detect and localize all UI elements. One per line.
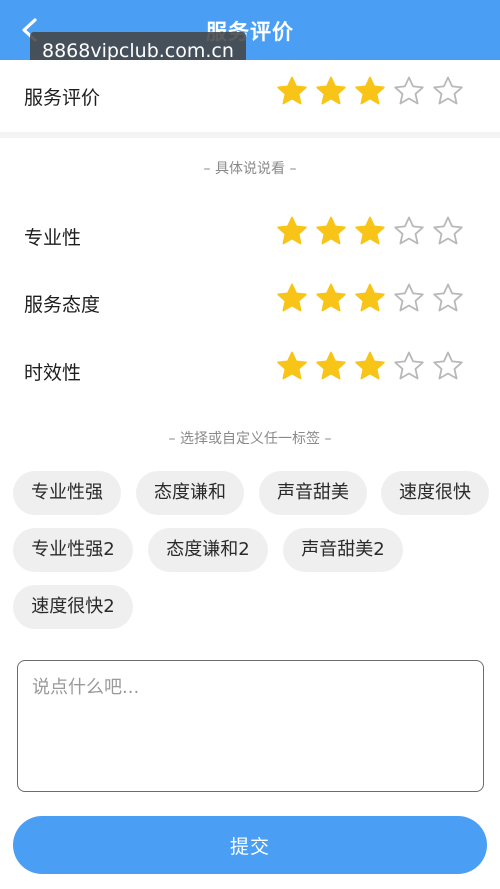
- star-filled-icon[interactable]: [276, 282, 308, 314]
- tag-chip[interactable]: 态度谦和: [136, 471, 244, 515]
- detail-rating-row-timeliness: 时效性: [0, 350, 500, 390]
- detail-rating-row-professionalism: 专业性: [0, 215, 500, 255]
- detail-rating-label: 专业性: [24, 227, 82, 249]
- star-filled-icon[interactable]: [315, 215, 347, 247]
- star-empty-icon[interactable]: [432, 75, 464, 107]
- star-empty-icon[interactable]: [432, 282, 464, 314]
- star-filled-icon[interactable]: [354, 282, 386, 314]
- detail-rating-label: 服务态度: [24, 294, 101, 316]
- star-filled-icon[interactable]: [354, 75, 386, 107]
- details-section-label: – 具体说说看 –: [203, 161, 297, 177]
- tag-chip[interactable]: 声音甜美: [259, 471, 367, 515]
- star-filled-icon[interactable]: [354, 215, 386, 247]
- star-filled-icon[interactable]: [276, 215, 308, 247]
- tag-chip[interactable]: 速度很快2: [13, 585, 133, 629]
- star-filled-icon[interactable]: [276, 75, 308, 107]
- professionalism-star-rating[interactable]: [276, 215, 464, 255]
- tag-chip[interactable]: 态度谦和2: [148, 528, 268, 572]
- overall-rating-row: 服务评价: [0, 75, 500, 115]
- star-filled-icon[interactable]: [315, 75, 347, 107]
- overall-rating-label: 服务评价: [24, 87, 101, 109]
- detail-rating-label: 时效性: [24, 362, 82, 384]
- timeliness-star-rating[interactable]: [276, 350, 464, 390]
- overall-star-rating[interactable]: [276, 75, 464, 115]
- tag-chip[interactable]: 专业性强: [13, 471, 121, 515]
- star-empty-icon[interactable]: [432, 350, 464, 382]
- detail-rating-row-attitude: 服务态度: [0, 282, 500, 322]
- star-filled-icon[interactable]: [354, 350, 386, 382]
- star-empty-icon[interactable]: [432, 215, 464, 247]
- submit-button[interactable]: 提交: [13, 816, 487, 874]
- star-empty-icon[interactable]: [393, 215, 425, 247]
- tags-section-label: – 选择或自定义任一标签 –: [168, 431, 332, 447]
- star-filled-icon[interactable]: [315, 282, 347, 314]
- tag-chip[interactable]: 专业性强2: [13, 528, 133, 572]
- star-empty-icon[interactable]: [393, 350, 425, 382]
- star-empty-icon[interactable]: [393, 75, 425, 107]
- star-filled-icon[interactable]: [276, 350, 308, 382]
- star-empty-icon[interactable]: [393, 282, 425, 314]
- attitude-star-rating[interactable]: [276, 282, 464, 322]
- overall-rating-card: 服务评价: [0, 60, 500, 132]
- tag-chip[interactable]: 声音甜美2: [283, 528, 403, 572]
- comment-input[interactable]: [17, 660, 484, 792]
- tag-chip[interactable]: 速度很快: [381, 471, 489, 515]
- star-filled-icon[interactable]: [315, 350, 347, 382]
